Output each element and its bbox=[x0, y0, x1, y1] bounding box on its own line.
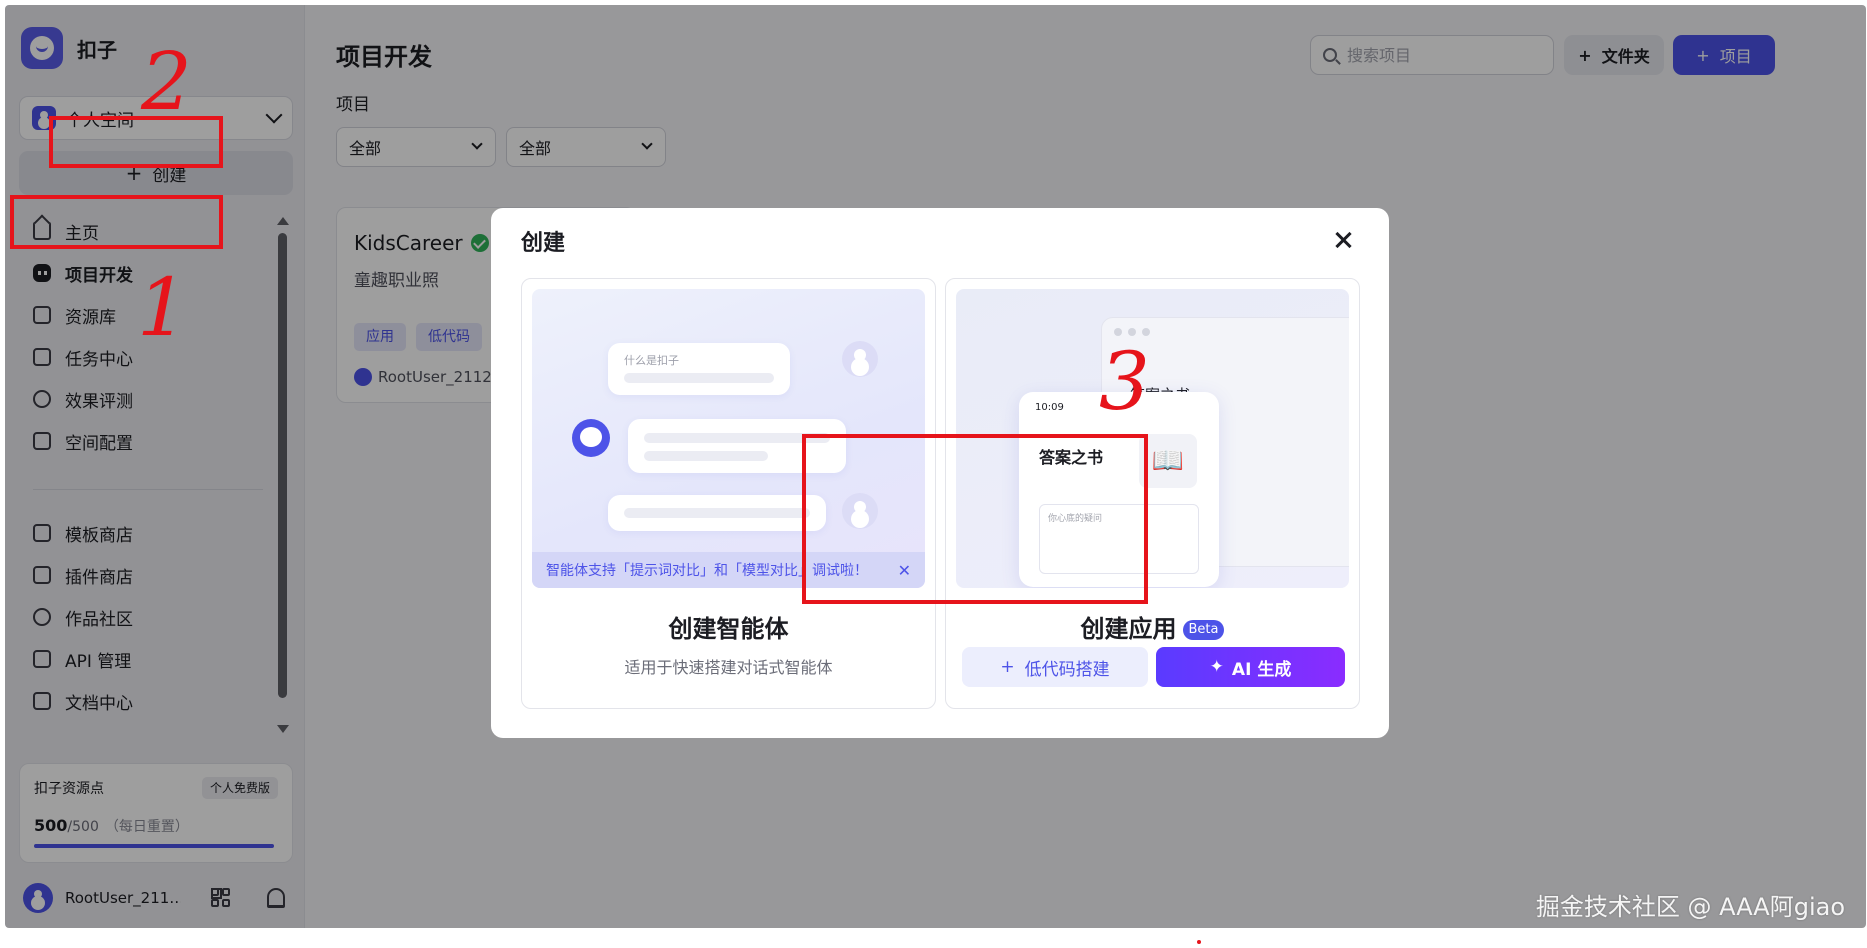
ai-generate-button[interactable]: ✦ AI 生成 bbox=[1156, 647, 1345, 687]
text-line bbox=[624, 508, 810, 518]
app-window: 扣子 个人空间 + 创建 主页 项目开发 资源库 任务中心 效果评测 空间配置 … bbox=[5, 5, 1866, 928]
lowcode-build-button[interactable]: + 低代码搭建 bbox=[962, 647, 1148, 687]
lowcode-label: 低代码搭建 bbox=[1024, 659, 1110, 680]
annotation-box-create bbox=[49, 116, 223, 168]
question-bubble: 什么是扣子 bbox=[608, 343, 790, 395]
annotation-mark-1: 1 bbox=[137, 261, 188, 354]
option-title: 创建应用 bbox=[1080, 615, 1177, 643]
bubble-question: 什么是扣子 bbox=[624, 354, 679, 367]
sparkle-icon: ✦ bbox=[1209, 657, 1224, 677]
watermark: 掘金技术社区 @ AAA阿giao bbox=[1535, 893, 1845, 921]
option-subtitle: 适用于快速搭建对话式智能体 bbox=[624, 658, 833, 677]
option-title: 创建智能体 bbox=[668, 615, 789, 643]
option-title-row: 创建应用 Beta bbox=[946, 609, 1359, 644]
annotation-mark-2: 2 bbox=[141, 35, 192, 128]
phone-time: 10:09 bbox=[1035, 402, 1064, 413]
annotation-mark-3: 3 bbox=[1099, 335, 1150, 428]
bot-avatar-icon bbox=[572, 419, 610, 457]
text-line bbox=[624, 373, 774, 383]
close-icon[interactable] bbox=[1333, 230, 1353, 250]
text-line bbox=[644, 451, 768, 461]
annotation-box-projects bbox=[10, 195, 223, 249]
plus-icon: + bbox=[1000, 657, 1015, 677]
user-avatar-icon bbox=[842, 341, 878, 377]
question-bubble bbox=[608, 495, 826, 531]
annotation-box-create-app bbox=[802, 434, 1148, 604]
ai-label: AI 生成 bbox=[1231, 659, 1292, 680]
annotation-dot bbox=[1197, 940, 1201, 944]
modal-title: 创建 bbox=[521, 231, 566, 256]
beta-badge: Beta bbox=[1182, 620, 1225, 640]
